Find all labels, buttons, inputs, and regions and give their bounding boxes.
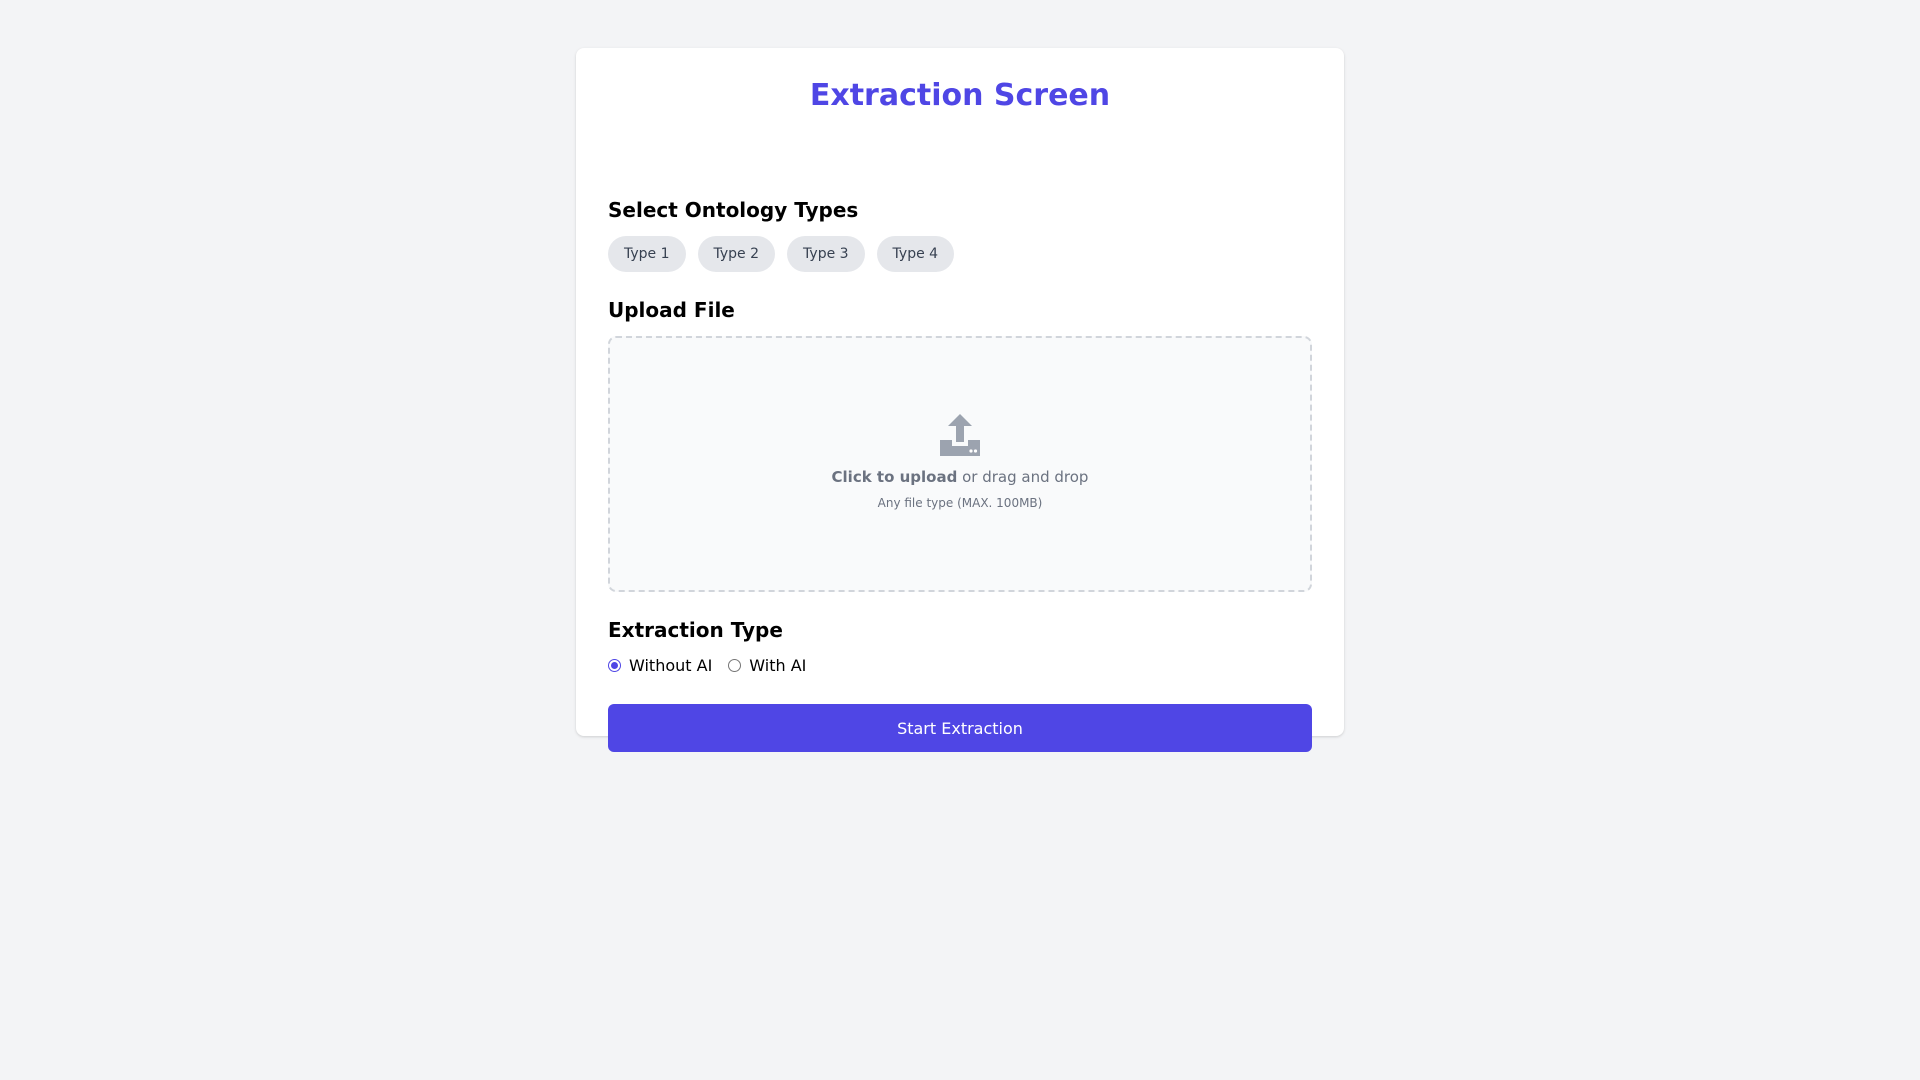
ontology-type-chip-2[interactable]: Type 2 [697, 236, 776, 272]
radio-option-without-ai[interactable]: Without AI [608, 656, 712, 675]
start-extraction-button[interactable]: Start Extraction [608, 704, 1312, 752]
radio-label-with-ai: With AI [749, 656, 807, 675]
ontology-type-chip-1[interactable]: Type 1 [608, 236, 686, 272]
upload-instructions: Click to upload or drag and drop [610, 466, 1310, 488]
ontology-type-chip-4[interactable]: Type 4 [876, 236, 955, 272]
drag-drop-label: or drag and drop [957, 468, 1089, 486]
extraction-card: Extraction Screen Select Ontology Types … [576, 48, 1344, 752]
ontology-type-chip-3[interactable]: Type 3 [787, 236, 865, 272]
radio-without-ai[interactable] [608, 659, 621, 672]
upload-icon [940, 414, 980, 456]
page-title: Extraction Screen [809, 78, 1111, 113]
radio-with-ai[interactable] [728, 659, 742, 672]
upload-file-hint: Any file type (MAX. 100MB) [877, 496, 1043, 510]
extraction-type-heading: Extraction Type [608, 618, 783, 642]
click-to-upload-label[interactable]: Click to upload [832, 468, 958, 486]
radio-label-without-ai: Without AI [629, 656, 713, 675]
ontology-types-heading: Select Ontology Types [608, 198, 859, 222]
upload-file-heading: Upload File [608, 298, 735, 322]
file-dropzone[interactable]: Click to upload or drag and drop Any fil… [608, 336, 1312, 592]
extraction-type-options: Without AI With AI [608, 656, 806, 675]
ontology-type-chips: Type 1 Type 2 Type 3 Type 4 [608, 236, 955, 272]
radio-option-with-ai[interactable]: With AI [728, 656, 806, 675]
